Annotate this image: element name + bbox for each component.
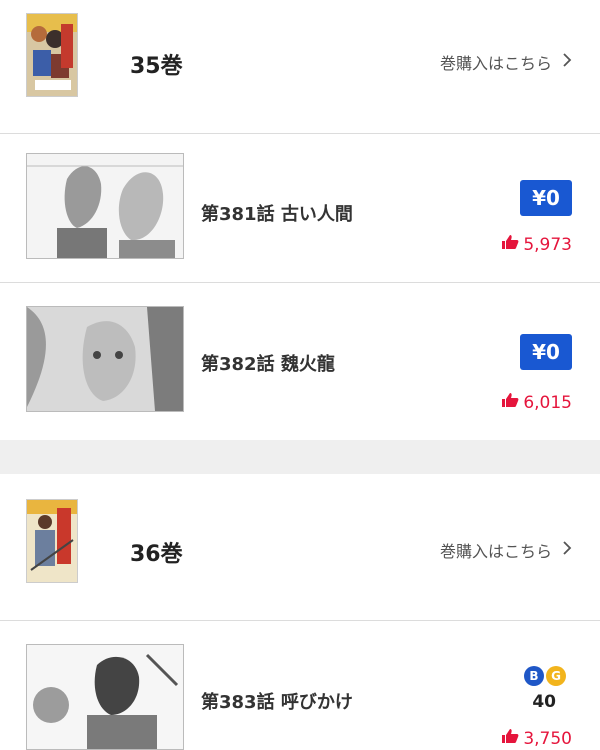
episode-row-382[interactable]: 第382話 魏火龍 ¥0 6,015 <box>0 286 600 436</box>
buy-volume-label: 巻購入はこちら <box>439 54 552 73</box>
episode-title: 第383話 呼びかけ <box>201 692 353 713</box>
free-price-badge: ¥0 <box>520 180 572 216</box>
thumbs-up-icon <box>501 234 519 255</box>
volume-row-36[interactable]: 36巻 巻購入はこちら <box>0 474 600 604</box>
chevron-right-icon <box>562 52 572 72</box>
episode-row-383[interactable]: 第383話 呼びかけ B G 40 3,750 <box>0 622 600 750</box>
buy-volume-link[interactable]: 巻購入はこちら <box>440 538 572 562</box>
divider <box>0 620 600 621</box>
coin-price: 40 <box>532 692 556 712</box>
like-count: 3,750 <box>501 728 572 749</box>
like-count: 5,973 <box>501 234 572 255</box>
like-count: 6,015 <box>501 392 572 413</box>
episode-title: 第382話 魏火龍 <box>201 354 335 375</box>
volume-title: 36巻 <box>130 542 183 567</box>
volume-cover-36[interactable] <box>26 499 78 583</box>
episode-thumbnail <box>26 153 184 259</box>
thumbs-up-icon <box>501 392 519 413</box>
episode-row-381[interactable]: 第381話 古い人間 ¥0 5,973 <box>0 136 600 282</box>
volume-title: 35巻 <box>130 54 183 79</box>
volume-cover-35[interactable] <box>26 13 78 97</box>
section-separator <box>0 440 600 474</box>
gold-coin-icon: G <box>546 666 566 686</box>
volume-row-35[interactable]: 35巻 巻購入はこちら <box>0 0 600 130</box>
coin-badges: B G <box>524 666 566 686</box>
thumbs-up-icon <box>501 728 519 749</box>
divider <box>0 282 600 283</box>
episode-thumbnail <box>26 644 184 750</box>
buy-volume-link[interactable]: 巻購入はこちら <box>440 50 572 74</box>
episode-thumbnail <box>26 306 184 412</box>
bonus-coin-icon: B <box>524 666 544 686</box>
buy-volume-label: 巻購入はこちら <box>439 542 552 561</box>
divider <box>0 133 600 134</box>
episode-title: 第381話 古い人間 <box>201 204 353 225</box>
chevron-right-icon <box>562 540 572 560</box>
free-price-badge: ¥0 <box>520 334 572 370</box>
